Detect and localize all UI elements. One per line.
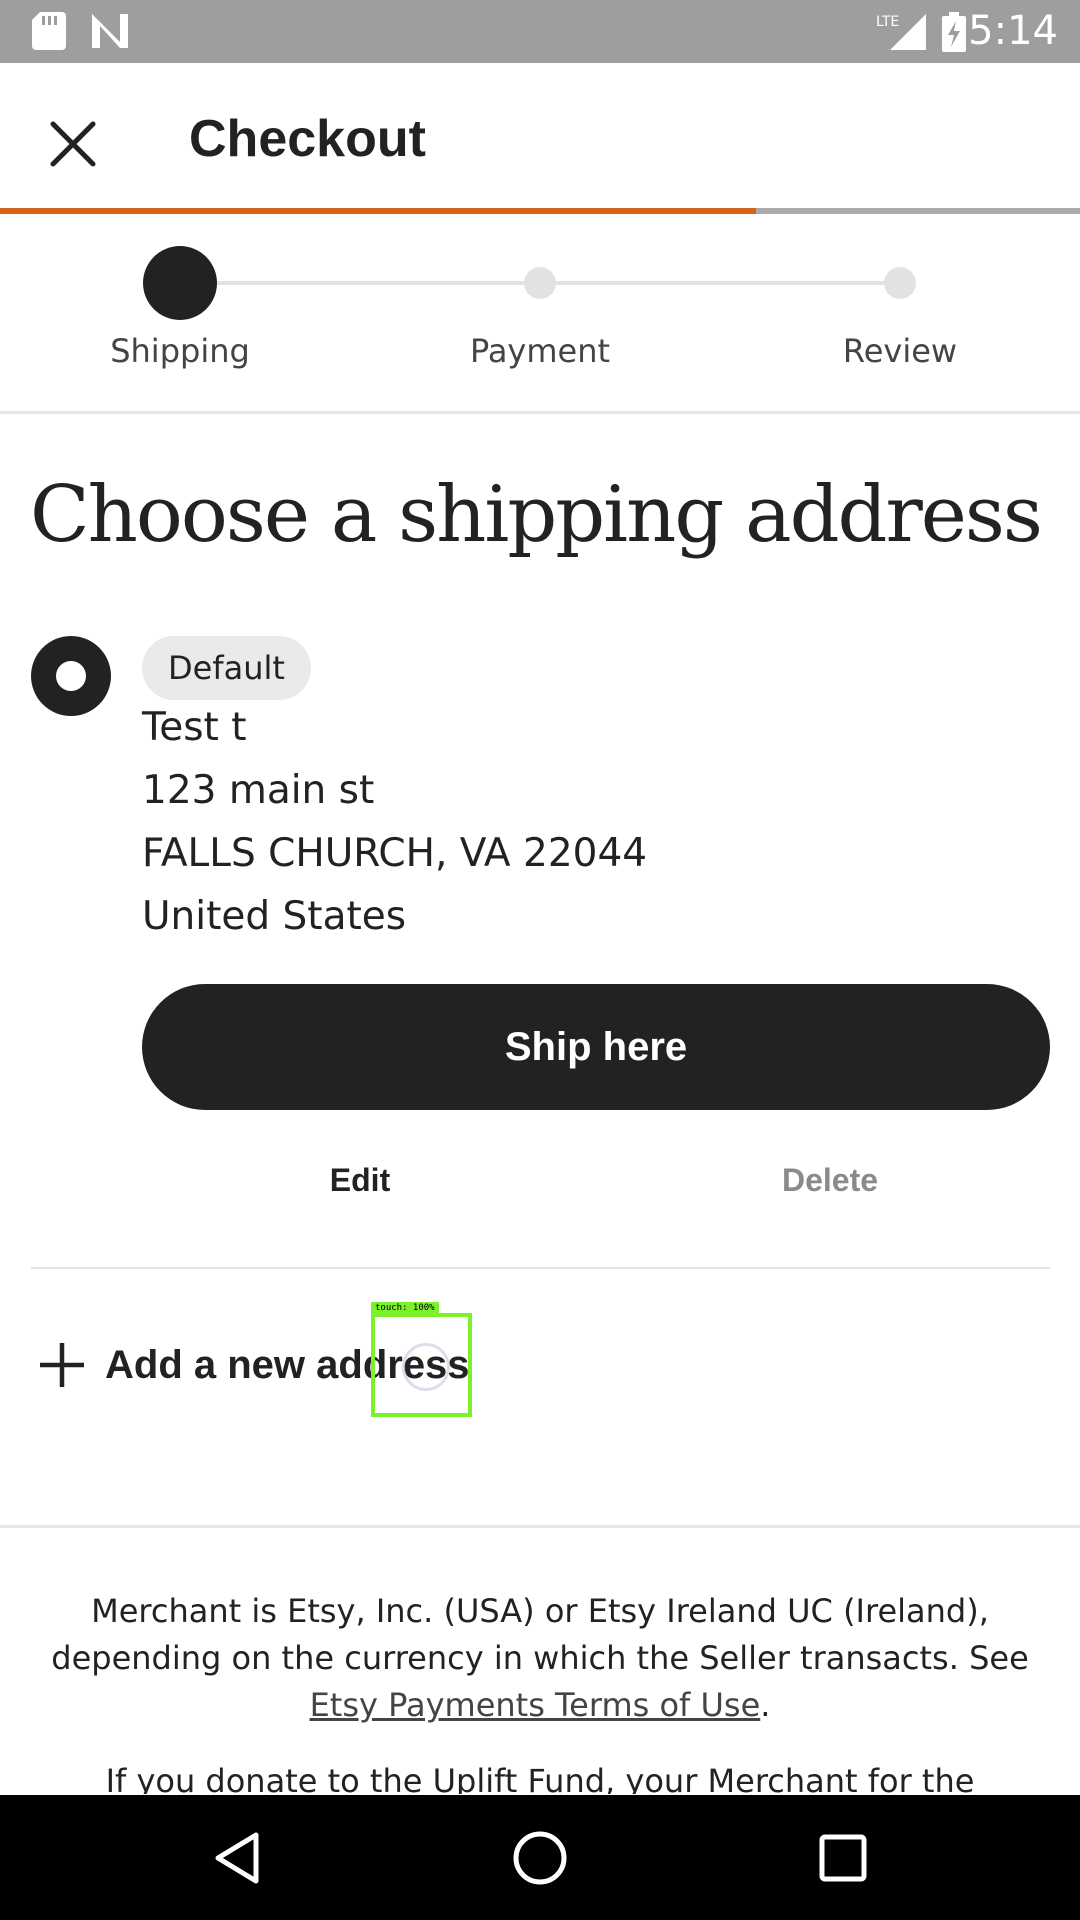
sd-card-icon	[32, 12, 66, 55]
nav-recents-button[interactable]	[808, 1823, 878, 1893]
svg-text:LTE: LTE	[876, 14, 899, 30]
plus-icon	[31, 1334, 93, 1396]
edit-address-button[interactable]: Edit	[260, 1162, 460, 1199]
app-bar: Checkout	[0, 63, 1080, 213]
footer-divider	[0, 1525, 1080, 1528]
default-badge: Default	[142, 636, 311, 700]
etsy-payments-terms-link[interactable]: Etsy Payments Terms of Use	[310, 1686, 761, 1724]
system-nav-bar	[0, 1795, 1080, 1920]
step-dot-payment	[524, 267, 556, 299]
address-divider	[31, 1267, 1050, 1269]
step-dot-review	[884, 267, 916, 299]
signal-icon: LTE	[876, 12, 928, 57]
stepper-divider	[0, 411, 1080, 414]
checkout-stepper: Shipping Payment Review	[0, 214, 1080, 414]
delete-address-button[interactable]: Delete	[730, 1162, 930, 1199]
status-bar: LTE 5:14	[0, 0, 1080, 63]
close-button[interactable]	[30, 101, 116, 187]
radio-selected-indicator	[56, 661, 86, 691]
close-icon	[50, 121, 96, 167]
n-notification-icon	[90, 12, 130, 55]
back-icon	[215, 1832, 259, 1884]
touch-ripple	[402, 1343, 450, 1391]
nav-back-button[interactable]	[202, 1823, 272, 1893]
address-street: 123 main st	[142, 768, 375, 813]
page-title: Checkout	[189, 110, 426, 168]
clock-time: 5:14	[968, 8, 1058, 54]
address-radio-button[interactable]	[31, 636, 111, 716]
home-icon	[513, 1831, 567, 1885]
uplift-fund-disclaimer: If you donate to the Uplift Fund, your M…	[105, 1762, 975, 1794]
nav-home-button[interactable]	[505, 1823, 575, 1893]
ship-here-button[interactable]: Ship here	[142, 984, 1050, 1110]
address-country: United States	[142, 894, 407, 939]
merchant-disclaimer: Merchant is Etsy, Inc. (USA) or Etsy Ire…	[30, 1588, 1050, 1729]
touch-indicator-box	[371, 1313, 472, 1417]
recents-icon	[819, 1834, 867, 1882]
disclaimer-line-1: Merchant is Etsy, Inc. (USA) or Etsy Ire…	[91, 1592, 989, 1630]
disclaimer-period: .	[760, 1686, 771, 1724]
address-city-line: FALLS CHURCH, VA 22044	[142, 831, 648, 876]
address-name: Test t	[142, 705, 247, 750]
step-label-review: Review	[842, 332, 958, 370]
battery-charging-icon	[940, 12, 968, 57]
step-dot-shipping	[143, 246, 217, 320]
step-label-payment: Payment	[469, 332, 611, 370]
section-heading: Choose a shipping address	[30, 470, 1043, 560]
disclaimer-line-3: Etsy Payments Terms of Use.	[30, 1682, 1050, 1729]
disclaimer-line-2: depending on the currency in which the S…	[51, 1639, 1029, 1677]
step-label-shipping: Shipping	[110, 332, 250, 370]
